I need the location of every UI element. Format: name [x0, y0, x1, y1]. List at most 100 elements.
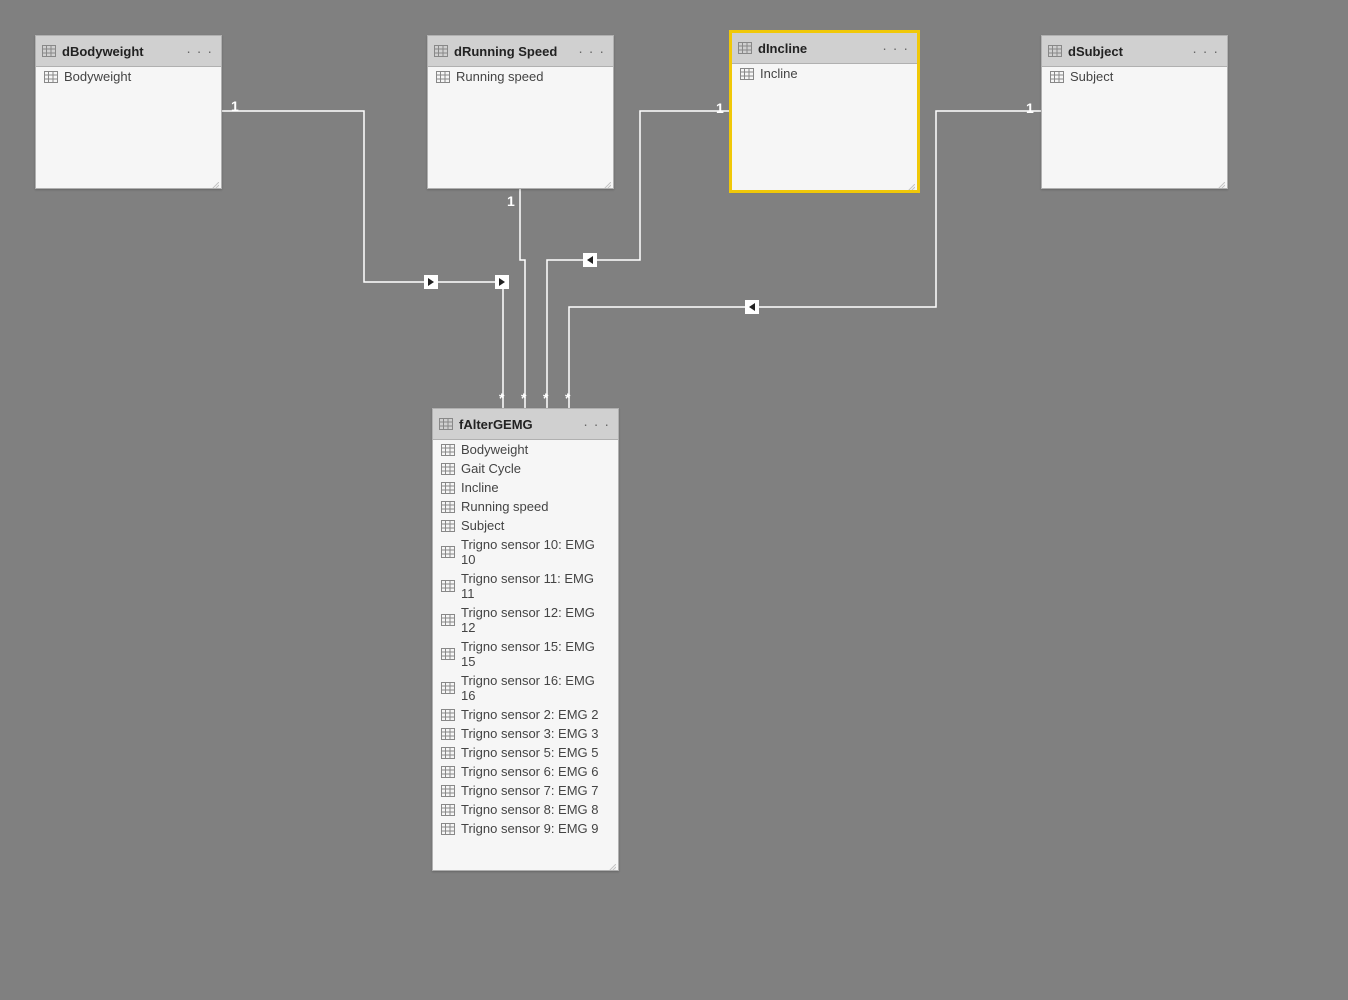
table-title: fAlterGEMG [459, 417, 575, 432]
table-header[interactable]: dBodyweight · · · [36, 36, 221, 67]
table-dSubject[interactable]: dSubject · · · Subject [1041, 35, 1228, 189]
table-title: dIncline [758, 41, 874, 56]
resize-handle-icon[interactable] [1217, 178, 1225, 186]
column-icon [441, 520, 455, 532]
field-name: Bodyweight [461, 442, 528, 457]
field-row[interactable]: Trigno sensor 2: EMG 2 [433, 705, 618, 724]
filter-direction-arrow-icon [495, 275, 509, 289]
table-header[interactable]: dSubject · · · [1042, 36, 1227, 67]
field-row[interactable]: Trigno sensor 8: EMG 8 [433, 800, 618, 819]
field-name: Running speed [456, 69, 543, 84]
resize-handle-icon[interactable] [603, 178, 611, 186]
filter-direction-arrow-icon [583, 253, 597, 267]
table-icon [738, 42, 752, 54]
filter-direction-arrow-icon [424, 275, 438, 289]
column-icon [44, 71, 58, 83]
field-name: Trigno sensor 2: EMG 2 [461, 707, 599, 722]
field-row[interactable]: Trigno sensor 3: EMG 3 [433, 724, 618, 743]
cardinality-one: 1 [507, 193, 515, 209]
field-row[interactable]: Trigno sensor 11: EMG 11 [433, 569, 618, 603]
field-row[interactable]: Trigno sensor 9: EMG 9 [433, 819, 618, 838]
table-icon [439, 418, 453, 430]
field-row[interactable]: Running speed [428, 67, 613, 86]
model-canvas[interactable]: 1 1 1 1 * * * * dBodyweight · · · Bodywe… [0, 0, 1348, 1000]
filter-direction-arrow-icon [745, 300, 759, 314]
table-icon [42, 45, 56, 57]
field-row[interactable]: Trigno sensor 6: EMG 6 [433, 762, 618, 781]
more-menu-button[interactable]: · · · [581, 416, 612, 432]
field-name: Trigno sensor 16: EMG 16 [461, 673, 610, 703]
column-icon [441, 444, 455, 456]
field-row[interactable]: Subject [1042, 67, 1227, 86]
table-icon [1048, 45, 1062, 57]
field-row[interactable]: Trigno sensor 16: EMG 16 [433, 671, 618, 705]
field-row[interactable]: Trigno sensor 15: EMG 15 [433, 637, 618, 671]
field-row[interactable]: Trigno sensor 10: EMG 10 [433, 535, 618, 569]
cardinality-many: * [565, 390, 570, 406]
resize-handle-icon[interactable] [907, 180, 915, 188]
more-menu-button[interactable]: · · · [184, 43, 215, 59]
table-header[interactable]: dIncline · · · [732, 33, 917, 64]
column-icon [441, 728, 455, 740]
table-header[interactable]: dRunning Speed · · · [428, 36, 613, 67]
field-row[interactable]: Trigno sensor 5: EMG 5 [433, 743, 618, 762]
field-name: Subject [461, 518, 504, 533]
field-row[interactable]: Trigno sensor 12: EMG 12 [433, 603, 618, 637]
cardinality-one: 1 [716, 100, 724, 116]
field-name: Subject [1070, 69, 1113, 84]
field-name: Trigno sensor 3: EMG 3 [461, 726, 599, 741]
table-dBodyweight[interactable]: dBodyweight · · · Bodyweight [35, 35, 222, 189]
field-name: Incline [760, 66, 798, 81]
field-row[interactable]: Gait Cycle [433, 459, 618, 478]
column-icon [1050, 71, 1064, 83]
table-icon [434, 45, 448, 57]
column-icon [441, 804, 455, 816]
field-list: Bodyweight [36, 67, 221, 188]
more-menu-button[interactable]: · · · [1190, 43, 1221, 59]
field-name: Running speed [461, 499, 548, 514]
field-name: Trigno sensor 5: EMG 5 [461, 745, 599, 760]
column-icon [441, 580, 455, 592]
more-menu-button[interactable]: · · · [880, 40, 911, 56]
field-row[interactable]: Incline [732, 64, 917, 83]
field-name: Trigno sensor 12: EMG 12 [461, 605, 610, 635]
field-list: Bodyweight Gait Cycle Incline Running speed… [433, 440, 618, 870]
field-row[interactable]: Subject [433, 516, 618, 535]
column-icon [441, 766, 455, 778]
column-icon [441, 463, 455, 475]
field-row[interactable]: Trigno sensor 7: EMG 7 [433, 781, 618, 800]
column-icon [436, 71, 450, 83]
field-list: Incline [732, 64, 917, 190]
field-name: Incline [461, 480, 499, 495]
table-dIncline[interactable]: dIncline · · · Incline [731, 32, 918, 191]
table-dRunningSpeed[interactable]: dRunning Speed · · · Running speed [427, 35, 614, 189]
column-icon [441, 709, 455, 721]
column-icon [740, 68, 754, 80]
field-name: Trigno sensor 7: EMG 7 [461, 783, 599, 798]
field-row[interactable]: Bodyweight [433, 440, 618, 459]
column-icon [441, 785, 455, 797]
table-title: dRunning Speed [454, 44, 570, 59]
cardinality-many: * [499, 390, 504, 406]
column-icon [441, 546, 455, 558]
table-title: dSubject [1068, 44, 1184, 59]
more-menu-button[interactable]: · · · [576, 43, 607, 59]
field-row[interactable]: Incline [433, 478, 618, 497]
resize-handle-icon[interactable] [608, 860, 616, 868]
column-icon [441, 747, 455, 759]
field-name: Trigno sensor 6: EMG 6 [461, 764, 599, 779]
table-header[interactable]: fAlterGEMG · · · [433, 409, 618, 440]
field-row[interactable]: Bodyweight [36, 67, 221, 86]
cardinality-many: * [521, 390, 526, 406]
table-fAlterGEMG[interactable]: fAlterGEMG · · · Bodyweight Gait Cycle Inc… [432, 408, 619, 871]
field-name: Trigno sensor 9: EMG 9 [461, 821, 599, 836]
column-icon [441, 614, 455, 626]
cardinality-one: 1 [1026, 100, 1034, 116]
field-row[interactable]: Running speed [433, 497, 618, 516]
field-name: Bodyweight [64, 69, 131, 84]
field-name: Trigno sensor 10: EMG 10 [461, 537, 610, 567]
resize-handle-icon[interactable] [211, 178, 219, 186]
cardinality-many: * [543, 390, 548, 406]
field-name: Trigno sensor 11: EMG 11 [461, 571, 610, 601]
field-name: Trigno sensor 8: EMG 8 [461, 802, 599, 817]
